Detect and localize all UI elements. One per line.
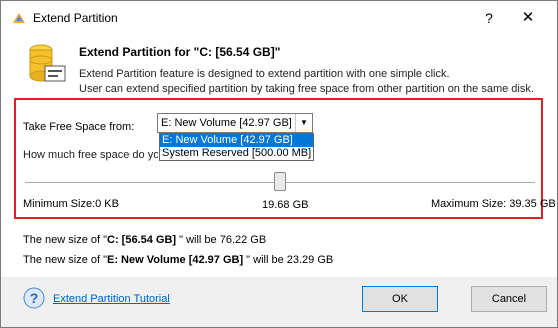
new-size-e-prefix: The new size of "	[23, 254, 107, 266]
extend-partition-tutorial-link[interactable]: Extend Partition Tutorial	[53, 293, 170, 305]
how-much-label: How much free space do you want to take?	[23, 149, 158, 161]
chevron-down-icon[interactable]: ▼	[295, 114, 312, 132]
question-mark-icon[interactable]: ?	[23, 287, 45, 309]
disk-icon	[29, 44, 66, 82]
app-icon	[13, 13, 25, 23]
header-title: Extend Partition for "C: [56.54 GB]"	[79, 45, 281, 59]
new-size-e-partition: E: New Volume [42.97 GB]	[107, 254, 244, 266]
take-free-space-combobox[interactable]: E: New Volume [42.97 GB] ▼	[157, 113, 313, 133]
new-size-e-suffix: " will be 23.29 GB	[243, 254, 334, 266]
combobox-value: E: New Volume [42.97 GB]	[161, 117, 292, 129]
size-slider-thumb[interactable]	[274, 172, 286, 191]
dropdown-option-system-reserved[interactable]: System Reserved [500.00 MB]	[160, 147, 313, 160]
ok-button[interactable]: OK	[362, 286, 438, 312]
window-title: Extend Partition	[33, 11, 118, 25]
dropdown-option-e-new-volume[interactable]: E: New Volume [42.97 GB]	[160, 134, 313, 147]
new-size-c-text: The new size of "C: [56.54 GB] " will be…	[23, 234, 266, 246]
new-size-c-suffix: " will be 76.22 GB	[176, 234, 267, 246]
new-size-c-prefix: The new size of "	[23, 234, 107, 246]
partition-dropdown-list: E: New Volume [42.97 GB] System Reserved…	[159, 133, 314, 161]
cancel-button[interactable]: Cancel	[471, 286, 547, 312]
svg-text:?: ?	[30, 290, 39, 306]
take-free-space-label: Take Free Space from:	[23, 121, 135, 133]
maximum-size-label: Maximum Size: 39.35 GB	[431, 198, 556, 210]
extend-partition-dialog: Extend Partition ? ✕ Extend Partition fo…	[0, 0, 558, 328]
new-size-c-partition: C: [56.54 GB]	[107, 234, 177, 246]
current-size-label: 19.68 GB	[262, 199, 309, 211]
new-size-e-text: The new size of "E: New Volume [42.97 GB…	[23, 254, 333, 266]
title-bar: Extend Partition ? ✕	[1, 1, 557, 35]
minimum-size-label: Minimum Size:0 KB	[23, 198, 119, 210]
header-description-line1: Extend Partition feature is designed to …	[79, 68, 450, 80]
help-button[interactable]: ?	[477, 6, 501, 30]
header-description-line2: User can extend specified partition by t…	[79, 83, 534, 95]
close-button[interactable]: ✕	[516, 6, 540, 30]
